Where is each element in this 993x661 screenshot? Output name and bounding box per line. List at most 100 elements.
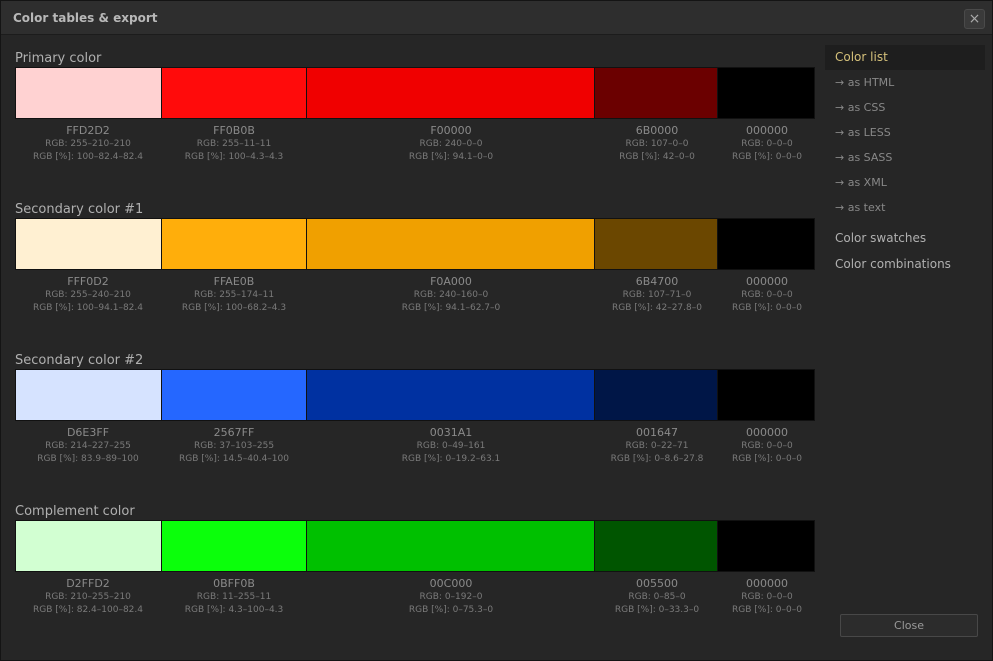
color-swatch[interactable] (16, 370, 162, 420)
swatch-label: 000000 RGB: 0–0–0 RGB [%]: 0–0–0 (719, 124, 815, 164)
swatch-label: F0A000 RGB: 240–160–0 RGB [%]: 94.1–62.7–0 (307, 275, 595, 315)
hex-code: FFF0D2 (67, 275, 109, 288)
swatch-label: FFD2D2 RGB: 255–210–210 RGB [%]: 100–82.4–… (15, 124, 161, 164)
sidebar-item-color-list[interactable]: Color list (825, 45, 985, 70)
rgb-percent-value: RGB [%]: 42–27.8–0 (612, 303, 702, 313)
rgb-percent-value: RGB [%]: 0–0–0 (732, 454, 802, 464)
sidebar-item-as-text[interactable]: → as text (825, 195, 985, 220)
swatch-strip (15, 218, 815, 270)
color-swatch[interactable] (307, 370, 595, 420)
rgb-value: RGB: 240–160–0 (413, 290, 489, 300)
close-button[interactable]: Close (840, 614, 978, 637)
swatch-strip (15, 520, 815, 572)
hex-code: 6B0000 (635, 124, 679, 137)
swatch-label: FF0B0B RGB: 255–11–11 RGB [%]: 100–4.3–4.3 (161, 124, 307, 164)
swatch-label: 000000 RGB: 0–0–0 RGB [%]: 0–0–0 (719, 275, 815, 315)
sidebar-item-as-sass[interactable]: → as SASS (825, 145, 985, 170)
swatch-label: FFAE0B RGB: 255–174–11 RGB [%]: 100–68.2–4… (161, 275, 307, 315)
rgb-value: RGB: 0–22–71 (625, 441, 689, 451)
color-swatch[interactable] (307, 68, 595, 118)
color-swatch[interactable] (594, 521, 719, 571)
rgb-value: RGB: 255–174–11 (193, 290, 275, 300)
color-swatch[interactable] (594, 68, 719, 118)
rgb-value: RGB: 0–0–0 (741, 592, 793, 602)
hex-code: 6B4700 (635, 275, 679, 288)
swatch-label: 0BFF0B RGB: 11–255–11 RGB [%]: 4.3–100–4.3 (161, 577, 307, 617)
sidebar-item-as-less[interactable]: → as LESS (825, 120, 985, 145)
rgb-value: RGB: 0–0–0 (741, 290, 793, 300)
sidebar-item-as-html[interactable]: → as HTML (825, 70, 985, 95)
rgb-percent-value: RGB [%]: 0–0–0 (732, 303, 802, 313)
close-icon[interactable]: × (964, 9, 985, 29)
section-title: Primary color (15, 51, 102, 66)
sidebar: Color list → as HTML → as CSS → as LESS … (825, 45, 985, 277)
color-swatch[interactable] (161, 68, 308, 118)
rgb-percent-value: RGB [%]: 100–4.3–4.3 (184, 152, 284, 162)
hex-code: 2567FF (213, 426, 255, 439)
rgb-percent-value: RGB [%]: 94.1–62.7–0 (401, 303, 501, 313)
rgb-value: RGB: 107–71–0 (622, 290, 692, 300)
hex-code: 0BFF0B (213, 577, 255, 590)
swatch-strip (15, 67, 815, 119)
color-swatch[interactable] (307, 521, 595, 571)
rgb-percent-value: RGB [%]: 94.1–0–0 (408, 152, 494, 162)
rgb-percent-value: RGB [%]: 0–8.6–27.8 (610, 454, 704, 464)
sidebar-item-as-xml[interactable]: → as XML (825, 170, 985, 195)
hex-code: F00000 (430, 124, 472, 137)
swatch-label: 6B4700 RGB: 107–71–0 RGB [%]: 42–27.8–0 (595, 275, 719, 315)
section-title: Complement color (15, 504, 135, 519)
rgb-value: RGB: 255–11–11 (196, 139, 272, 149)
swatch-label: 0031A1 RGB: 0–49–161 RGB [%]: 0–19.2–63.1 (307, 426, 595, 466)
color-swatch[interactable] (594, 370, 719, 420)
color-swatch[interactable] (16, 521, 162, 571)
color-swatch[interactable] (718, 521, 815, 571)
swatch-label: 6B0000 RGB: 107–0–0 RGB [%]: 42–0–0 (595, 124, 719, 164)
rgb-percent-value: RGB [%]: 83.9–89–100 (37, 454, 139, 464)
rgb-percent-value: RGB [%]: 4.3–100–4.3 (184, 605, 284, 615)
rgb-value: RGB: 0–0–0 (741, 139, 793, 149)
hex-code: 000000 (746, 426, 788, 439)
rgb-value: RGB: 0–0–0 (741, 441, 793, 451)
rgb-value: RGB: 255–210–210 (45, 139, 131, 149)
rgb-value: RGB: 0–49–161 (416, 441, 486, 451)
hex-code: 000000 (746, 275, 788, 288)
rgb-percent-value: RGB [%]: 14.5–40.4–100 (179, 454, 289, 464)
hex-code: 000000 (746, 577, 788, 590)
color-swatch[interactable] (307, 219, 595, 269)
hex-code: 000000 (746, 124, 788, 137)
hex-code: D6E3FF (66, 426, 110, 439)
color-swatch[interactable] (718, 219, 815, 269)
color-swatch[interactable] (16, 219, 162, 269)
rgb-value: RGB: 214–227–255 (45, 441, 131, 451)
swatch-labels: FFF0D2 RGB: 255–240–210 RGB [%]: 100–94.1–… (15, 275, 815, 315)
color-swatch[interactable] (718, 68, 815, 118)
rgb-value: RGB: 37–103–255 (193, 441, 275, 451)
sidebar-item-color-combinations[interactable]: Color combinations (825, 251, 985, 277)
hex-code: FFAE0B (213, 275, 255, 288)
color-swatch[interactable] (16, 68, 162, 118)
rgb-percent-value: RGB [%]: 0–19.2–63.1 (401, 454, 501, 464)
rgb-percent-value: RGB [%]: 100–94.1–82.4 (33, 303, 143, 313)
swatch-label: 2567FF RGB: 37–103–255 RGB [%]: 14.5–40.4–… (161, 426, 307, 466)
swatch-label: F00000 RGB: 240–0–0 RGB [%]: 94.1–0–0 (307, 124, 595, 164)
dialog-title: Color tables & export (13, 11, 158, 25)
color-tables-dialog: Color tables & export × Primary color FFD… (0, 0, 993, 661)
swatch-label: FFF0D2 RGB: 255–240–210 RGB [%]: 100–94.1–… (15, 275, 161, 315)
hex-code: FFD2D2 (66, 124, 110, 137)
swatch-strip (15, 369, 815, 421)
color-swatch[interactable] (718, 370, 815, 420)
sidebar-item-color-swatches[interactable]: Color swatches (825, 225, 985, 251)
color-swatch[interactable] (161, 219, 308, 269)
swatch-label: 000000 RGB: 0–0–0 RGB [%]: 0–0–0 (719, 577, 815, 617)
swatch-label: D2FFD2 RGB: 210–255–210 RGB [%]: 82.4–100–… (15, 577, 161, 617)
rgb-percent-value: RGB [%]: 42–0–0 (619, 152, 695, 162)
swatch-label: 000000 RGB: 0–0–0 RGB [%]: 0–0–0 (719, 426, 815, 466)
color-swatch[interactable] (161, 370, 308, 420)
rgb-value: RGB: 11–255–11 (196, 592, 272, 602)
swatch-labels: D2FFD2 RGB: 210–255–210 RGB [%]: 82.4–100–… (15, 577, 815, 617)
color-swatch[interactable] (161, 521, 308, 571)
swatch-labels: FFD2D2 RGB: 255–210–210 RGB [%]: 100–82.4–… (15, 124, 815, 164)
color-swatch[interactable] (594, 219, 719, 269)
sidebar-item-as-css[interactable]: → as CSS (825, 95, 985, 120)
rgb-value: RGB: 255–240–210 (45, 290, 131, 300)
